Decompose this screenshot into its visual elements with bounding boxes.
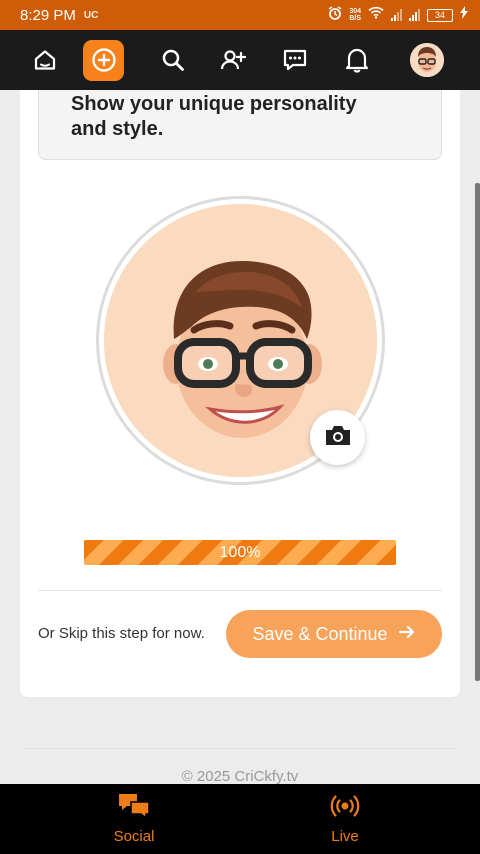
intro-text-line1: Show your unique personality xyxy=(71,93,357,115)
intro-text-line2: and style. xyxy=(71,118,164,140)
intro-box: Show your unique personality and style. xyxy=(38,90,442,160)
signal-icon-2 xyxy=(409,9,420,21)
net-speed-value: 304 xyxy=(349,8,361,15)
wifi-icon xyxy=(368,6,384,24)
chat-bubbles-icon xyxy=(118,793,150,823)
live-broadcast-icon xyxy=(330,793,360,823)
battery-icon: 34 xyxy=(427,8,453,22)
home-icon[interactable] xyxy=(28,30,62,90)
copyright: © 2025 CriCkfy.tv xyxy=(181,768,299,784)
progress-bar: 100% xyxy=(84,540,396,565)
camera-icon xyxy=(324,423,352,452)
create-post-button[interactable] xyxy=(83,30,124,90)
profile-setup-page: Show your unique personality and style. xyxy=(0,90,480,784)
arrow-right-icon xyxy=(398,624,416,645)
network-speed: 304 B/S xyxy=(349,8,361,22)
top-navigation xyxy=(0,30,480,90)
profile-photo-card: Show your unique personality and style. xyxy=(20,90,460,697)
status-time: 8:29 PM xyxy=(20,6,76,24)
skip-link[interactable]: Or Skip this step for now. xyxy=(38,625,205,642)
profile-avatar xyxy=(410,43,444,77)
tab-live[interactable]: Live xyxy=(290,784,400,854)
footer-divider xyxy=(26,748,454,749)
alarm-icon xyxy=(328,5,342,25)
messages-icon[interactable] xyxy=(280,30,310,90)
save-continue-label: Save & Continue xyxy=(252,623,388,644)
bottom-navigation: Social Live xyxy=(0,784,480,854)
net-speed-unit: B/S xyxy=(349,15,361,22)
signal-icon-1 xyxy=(391,9,402,21)
progress-label: 100% xyxy=(219,544,261,561)
notifications-icon[interactable] xyxy=(342,30,372,90)
tab-live-label: Live xyxy=(331,828,359,845)
create-post-icon xyxy=(83,39,124,81)
charging-icon xyxy=(460,6,468,24)
add-friend-icon[interactable] xyxy=(218,30,248,90)
divider xyxy=(38,590,442,591)
scrollbar[interactable] xyxy=(475,183,480,681)
save-continue-button[interactable]: Save & Continue xyxy=(226,610,442,658)
change-photo-button[interactable] xyxy=(310,410,365,465)
tab-social[interactable]: Social xyxy=(79,784,189,854)
profile-avatar-button[interactable] xyxy=(409,30,445,90)
status-bar: 8:29 PM UC 304 B/S 34 xyxy=(0,0,480,30)
tab-social-label: Social xyxy=(113,828,155,845)
search-icon[interactable] xyxy=(158,30,188,90)
uc-browser-icon: UC xyxy=(83,9,99,21)
